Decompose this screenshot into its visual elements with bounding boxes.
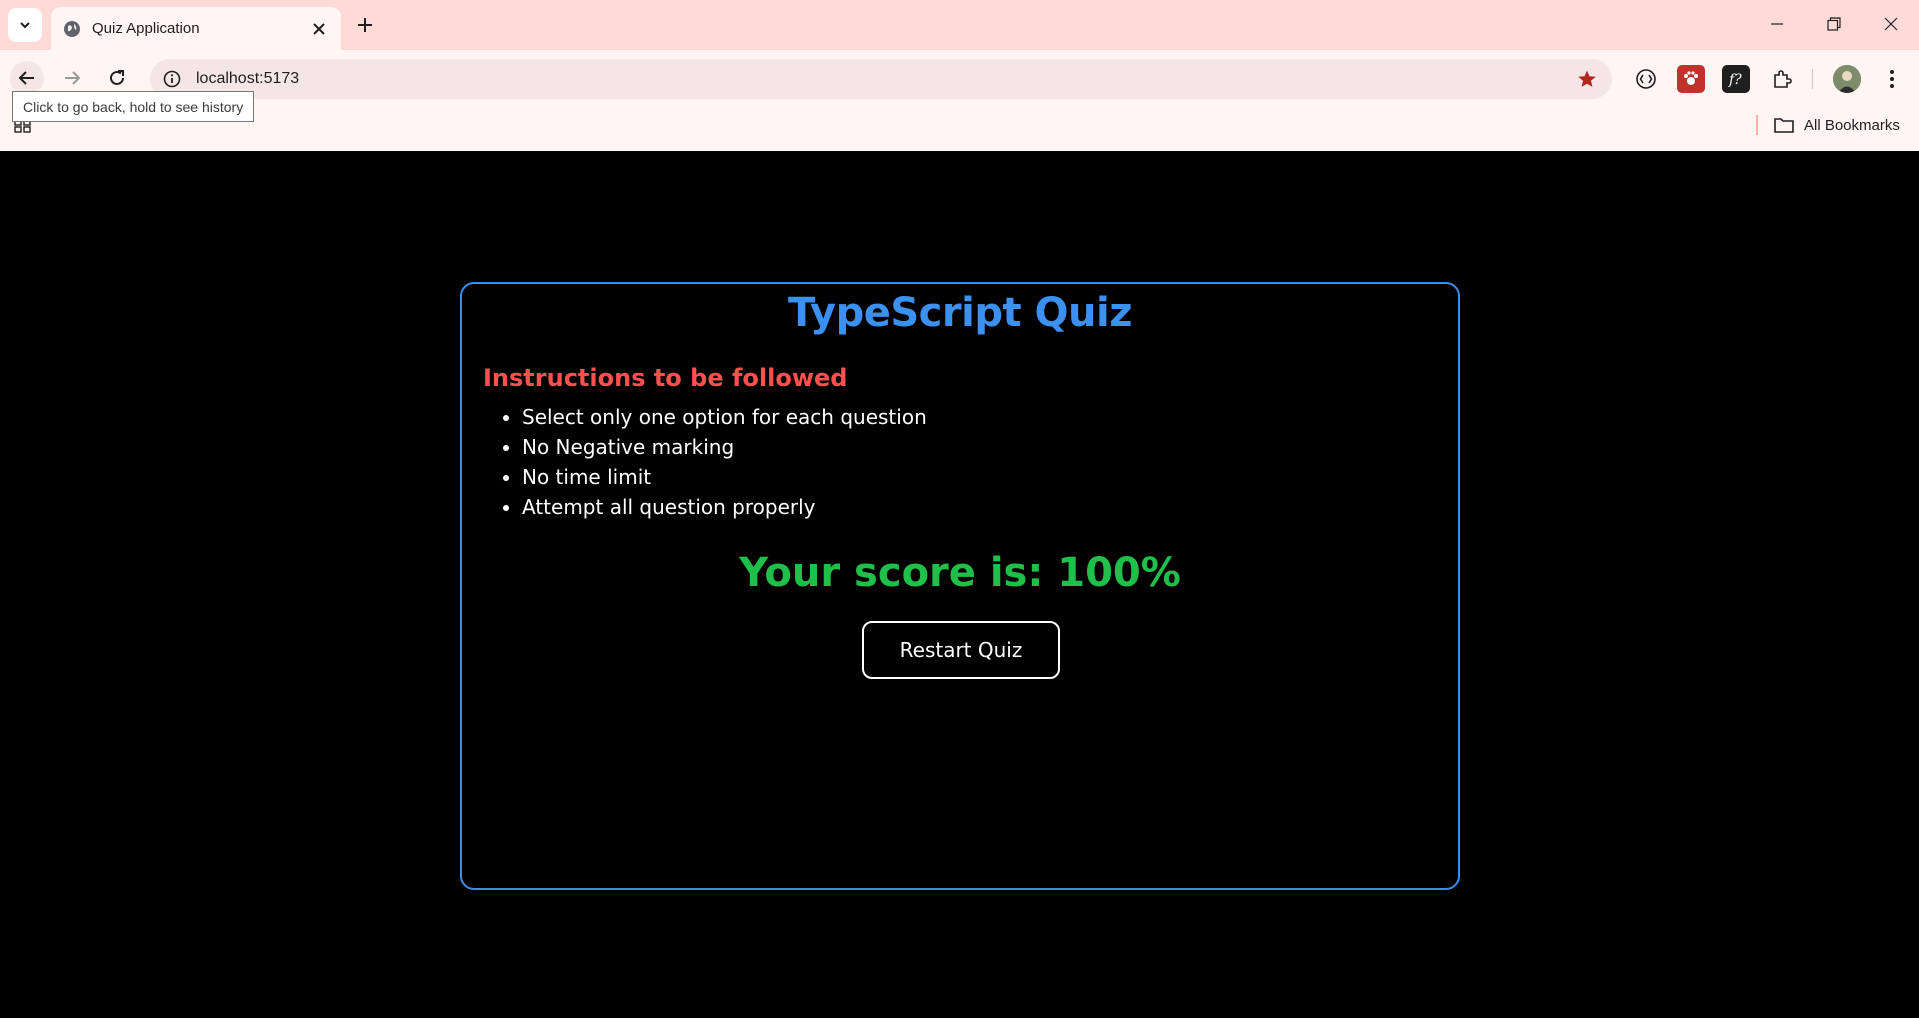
browser-title-bar: Quiz Application	[0, 0, 1919, 50]
extension-code-button[interactable]	[1632, 65, 1660, 93]
quiz-title: TypeScript Quiz	[788, 290, 1132, 336]
bookmarks-divider	[1756, 115, 1758, 135]
arrow-right-icon	[65, 71, 81, 85]
instructions-heading: Instructions to be followed	[483, 364, 848, 392]
instruction-item: No time limit	[522, 462, 927, 492]
page-viewport: TypeScript Quiz Instructions to be follo…	[0, 151, 1919, 1018]
quiz-card: TypeScript Quiz Instructions to be follo…	[460, 282, 1460, 890]
close-tab-button[interactable]	[309, 19, 329, 39]
paw-icon	[1684, 71, 1698, 85]
folder-icon	[1774, 118, 1794, 133]
tab-title: Quiz Application	[92, 20, 200, 37]
reload-icon	[110, 70, 124, 85]
extension-font-button[interactable]: f?	[1722, 65, 1750, 93]
extensions-button[interactable]	[1768, 65, 1796, 93]
info-icon	[163, 70, 181, 88]
minimize-icon	[1771, 23, 1783, 25]
browser-toolbar: localhost:5173 f?	[0, 50, 1919, 107]
profile-avatar[interactable]	[1833, 65, 1861, 93]
bookmarks-bar: All Bookmarks	[0, 107, 1919, 151]
code-braces-icon	[1636, 69, 1656, 89]
instruction-item: Select only one option for each question	[522, 402, 927, 432]
star-icon	[1578, 70, 1596, 87]
font-icon: f?	[1728, 72, 1742, 88]
instruction-item: No Negative marking	[522, 432, 927, 462]
close-icon	[1884, 17, 1898, 31]
svg-text:f?: f?	[1728, 72, 1742, 88]
instructions-list: Select only one option for each question…	[522, 402, 927, 522]
chevron-down-icon	[20, 22, 30, 29]
reload-button[interactable]	[100, 61, 134, 95]
browser-menu-button[interactable]	[1878, 65, 1906, 93]
tab-quiz-application[interactable]: Quiz Application	[51, 7, 341, 50]
globe-icon	[64, 20, 80, 37]
url-text[interactable]: localhost:5173	[196, 70, 299, 88]
forward-button[interactable]	[55, 61, 89, 95]
instruction-item: Attempt all question properly	[522, 492, 927, 522]
all-bookmarks-button[interactable]: All Bookmarks	[1774, 113, 1900, 137]
close-icon	[313, 23, 325, 35]
arrow-left-icon	[18, 71, 34, 85]
close-window-button[interactable]	[1871, 8, 1911, 40]
address-bar[interactable]: localhost:5173	[150, 59, 1612, 99]
new-tab-button[interactable]	[352, 12, 378, 38]
score-text: Your score is: 100%	[739, 550, 1181, 596]
avatar-icon	[1833, 65, 1861, 93]
plus-icon	[358, 18, 372, 32]
bookmark-star-button[interactable]	[1576, 68, 1598, 90]
site-info-button[interactable]	[162, 69, 182, 89]
toolbar-divider	[1812, 69, 1813, 89]
puzzle-icon	[1774, 70, 1792, 88]
back-button[interactable]	[10, 61, 44, 95]
minimize-button[interactable]	[1757, 8, 1797, 40]
restore-icon	[1827, 17, 1841, 31]
restart-quiz-button[interactable]: Restart Quiz	[862, 621, 1060, 679]
restore-button[interactable]	[1814, 8, 1854, 40]
all-bookmarks-label: All Bookmarks	[1804, 116, 1900, 134]
tab-search-button[interactable]	[8, 8, 42, 42]
extension-red-button[interactable]	[1677, 65, 1705, 93]
more-vert-icon	[1890, 70, 1894, 88]
back-button-tooltip: Click to go back, hold to see history	[12, 91, 255, 122]
